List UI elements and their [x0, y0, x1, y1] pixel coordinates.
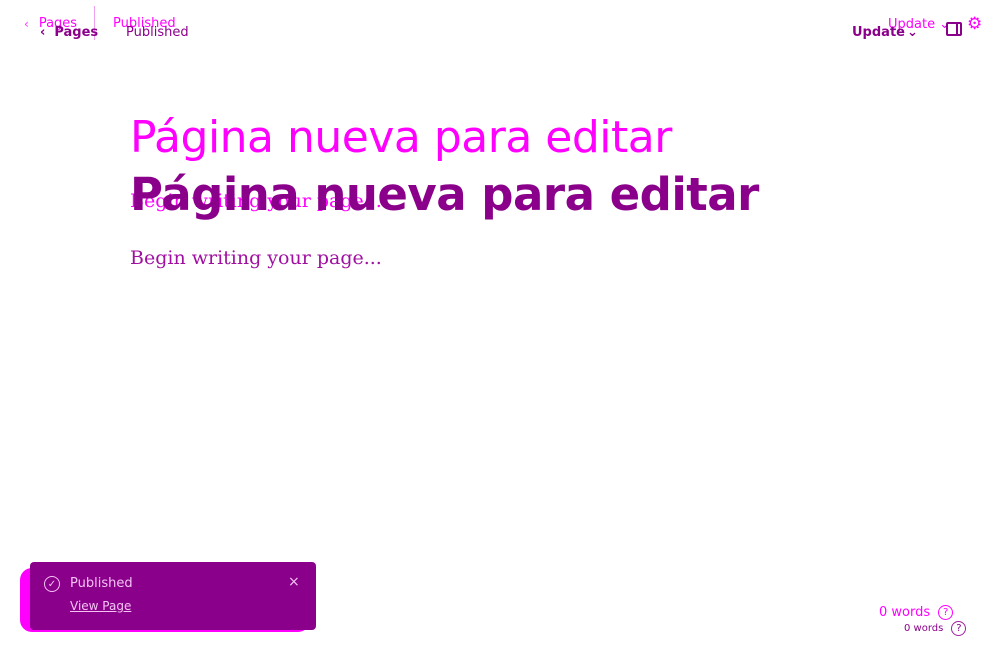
toast-message: Published: [70, 576, 133, 591]
published-toast: ✓ Published View Page ×: [30, 562, 316, 630]
close-icon[interactable]: ×: [288, 574, 300, 590]
help-icon[interactable]: ?: [951, 621, 967, 636]
back-to-pages-link[interactable]: ‹ Pages: [40, 25, 98, 40]
update-button[interactable]: Update ⌄: [852, 25, 918, 40]
chevron-left-icon: ‹: [40, 25, 46, 40]
word-count: 0 words ?: [904, 621, 967, 636]
back-label: Pages: [54, 25, 99, 40]
chevron-down-icon[interactable]: ⌄: [907, 25, 918, 40]
page-title[interactable]: Página nueva para editar: [130, 168, 759, 221]
sidebar-toggle-icon[interactable]: [946, 22, 962, 36]
word-count-label: 0 words: [904, 623, 944, 634]
update-label: Update: [852, 25, 905, 40]
editor-main-layer: ‹ Pages Published Update ⌄ Página nueva …: [0, 0, 1000, 660]
status-label: Published: [126, 25, 189, 40]
body-placeholder[interactable]: Begin writing your page...: [130, 247, 382, 269]
view-page-link[interactable]: View Page: [70, 599, 131, 613]
check-circle-icon: ✓: [44, 576, 60, 592]
